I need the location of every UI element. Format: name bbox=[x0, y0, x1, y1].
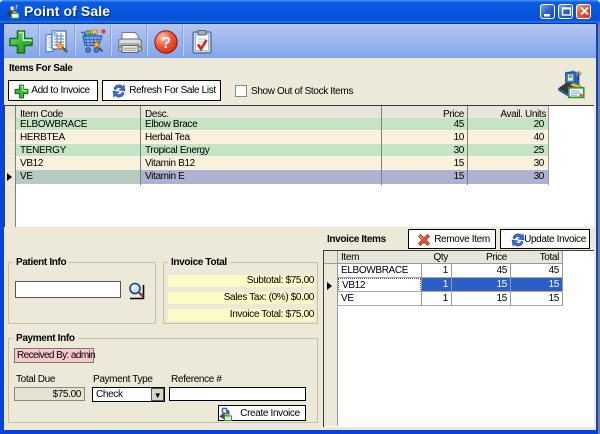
svg-text:?: ? bbox=[161, 35, 170, 52]
